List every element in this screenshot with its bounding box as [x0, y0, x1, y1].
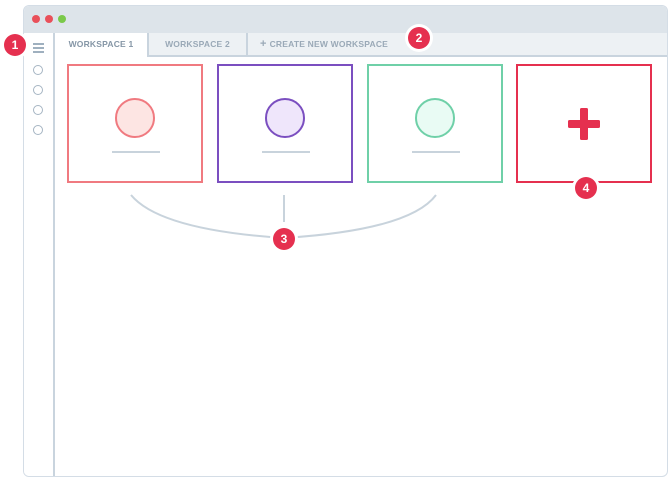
callout-badge-2: 2 — [408, 27, 430, 49]
callout-badge-3: 3 — [273, 228, 295, 250]
callout-badge-1: 1 — [4, 34, 26, 56]
group-bracket — [130, 194, 437, 240]
callout-badge-4: 4 — [575, 177, 597, 199]
